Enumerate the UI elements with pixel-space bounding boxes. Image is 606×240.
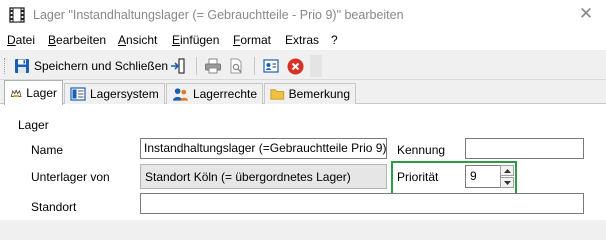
tab-strip: Lager Lagersystem Lagerrechte Bemerkung: [0, 80, 606, 105]
group-title: Lager: [18, 118, 49, 132]
menu-einfuegen[interactable]: Einfügen: [172, 33, 219, 47]
menu-extras[interactable]: Extras: [285, 33, 319, 47]
window-title: Lager "Instandhaltungslager (= Gebraucht…: [33, 8, 404, 22]
stepper-down-button[interactable]: [500, 177, 514, 188]
menu-ansicht[interactable]: Ansicht: [118, 33, 157, 47]
warehouse-icon: [10, 89, 22, 98]
contact-card-button[interactable]: [263, 55, 279, 77]
tab-label: Lager: [26, 86, 57, 100]
toolbar-grip[interactable]: [4, 58, 6, 74]
tab-lagersystem[interactable]: Lagersystem: [64, 83, 165, 104]
name-input[interactable]: Instandhaltungslager (=Gebrauchtteile Pr…: [140, 138, 387, 159]
print-preview-button[interactable]: [228, 55, 244, 77]
unterlager-label: Unterlager von: [31, 170, 110, 184]
toolbar: Speichern und Schließen: [0, 52, 606, 80]
tab-label: Bemerkung: [288, 87, 350, 101]
prioritaet-label: Priorität: [397, 170, 439, 184]
menu-help[interactable]: ?: [331, 33, 338, 47]
print-preview-icon: [230, 58, 242, 74]
toolbar-overflow[interactable]: [310, 55, 322, 77]
standort-label: Standort: [31, 200, 77, 214]
chevron-up-icon: [503, 168, 511, 173]
printer-icon: [205, 58, 221, 74]
name-label: Name: [31, 143, 64, 157]
layout-icon: [70, 87, 86, 101]
tab-label: Lagerrechte: [192, 87, 257, 101]
toolbar-separator: [196, 57, 197, 75]
menu-bearbeiten[interactable]: Bearbeiten: [48, 33, 106, 47]
film-strip-icon: [9, 7, 25, 23]
chevron-down-icon: [503, 180, 511, 185]
prioritaet-stepper: [500, 165, 514, 188]
tab-lagerrechte[interactable]: Lagerrechte: [166, 83, 263, 104]
print-button[interactable]: [204, 55, 222, 77]
menu-format[interactable]: Format: [233, 33, 271, 47]
close-icon: [287, 58, 304, 74]
standort-input[interactable]: [140, 193, 584, 214]
save-and-close-label: Speichern und Schließen: [34, 59, 169, 73]
cancel-button[interactable]: [287, 55, 304, 77]
kennung-input[interactable]: [465, 138, 584, 159]
stepper-up-button[interactable]: [500, 165, 514, 176]
title-bar: Lager "Instandhaltungslager (= Gebraucht…: [0, 0, 606, 30]
export-button[interactable]: [170, 55, 186, 77]
export-icon: [171, 58, 185, 74]
toolbar-separator: [254, 57, 255, 75]
prioritaet-input[interactable]: 9: [465, 165, 501, 188]
tab-lager[interactable]: Lager: [4, 80, 63, 105]
users-icon: [172, 88, 189, 101]
save-and-close-button[interactable]: Speichern und Schließen: [14, 55, 168, 77]
tab-label: Lagersystem: [90, 87, 159, 101]
window-close-button[interactable]: ✕: [577, 5, 595, 23]
tab-bemerkung[interactable]: Bemerkung: [264, 83, 356, 104]
menu-datei[interactable]: Datei: [7, 33, 35, 47]
unterlager-field: Standort Köln (= übergordnetes Lager): [140, 164, 387, 189]
menu-bar: Datei Bearbeiten Ansicht Einfügen Format…: [0, 30, 606, 50]
save-icon: [15, 59, 29, 73]
contact-card-icon: [263, 59, 279, 73]
kennung-label: Kennung: [397, 143, 446, 157]
folder-icon: [270, 89, 285, 100]
